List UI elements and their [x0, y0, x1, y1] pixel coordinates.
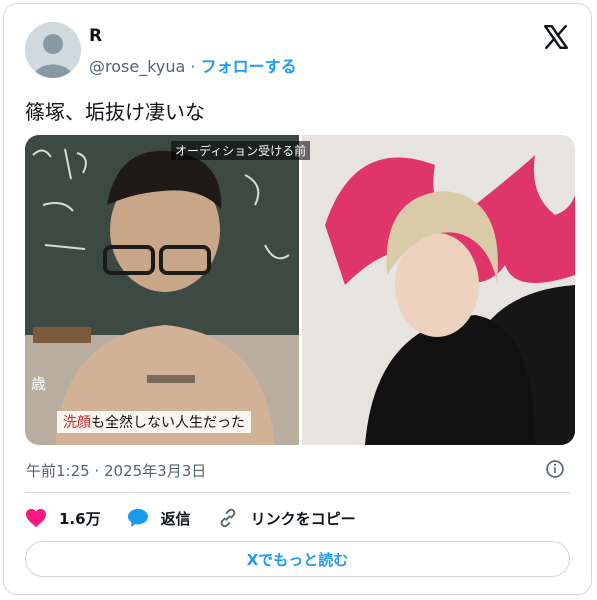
- copy-link-button[interactable]: リンクをコピー: [217, 507, 356, 529]
- action-bar: 1.6万 返信 リンクをコピー: [25, 506, 382, 530]
- subtitle-highlight: 洗顔: [63, 415, 91, 431]
- author-name[interactable]: R: [89, 26, 102, 46]
- info-icon[interactable]: [545, 459, 565, 479]
- tweet-media[interactable]: オーディション受ける前 歳 洗顔も全然しない人生だった: [25, 135, 575, 445]
- like-button[interactable]: 1.6万: [25, 508, 101, 529]
- media-image: [25, 135, 575, 445]
- avatar[interactable]: [25, 22, 81, 78]
- x-logo-icon[interactable]: [543, 24, 569, 50]
- link-icon: [220, 508, 235, 528]
- tweet-card: R @rose_kyua · フォローする 篠塚、垢抜け凄いな オーディション受…: [3, 3, 592, 595]
- copy-link-label: リンクをコピー: [250, 509, 356, 528]
- divider: [25, 492, 570, 493]
- follow-button[interactable]: フォローする: [201, 57, 297, 76]
- author-handle[interactable]: @rose_kyua: [89, 57, 185, 76]
- tweet-text: 篠塚、垢抜け凄いな: [25, 100, 205, 124]
- default-avatar-icon: [25, 22, 81, 78]
- media-caption-age: 歳: [31, 375, 47, 393]
- separator-dot: ·: [190, 57, 196, 76]
- reply-label: 返信: [160, 509, 191, 528]
- heart-icon: [26, 508, 46, 528]
- author-handle-row: @rose_kyua · フォローする: [89, 53, 297, 77]
- media-subtitle: 洗顔も全然しない人生だった: [57, 411, 251, 433]
- like-count: 1.6万: [59, 509, 101, 528]
- read-more-button[interactable]: Xでもっと読む: [25, 541, 570, 577]
- tweet-timestamp[interactable]: 午前1:25 · 2025年3月3日: [26, 460, 206, 481]
- reply-button[interactable]: 返信: [127, 508, 191, 529]
- reply-bubble-icon: [127, 508, 148, 528]
- media-caption-audition: オーディション受ける前: [171, 141, 311, 160]
- subtitle-text: も全然しない人生だった: [91, 415, 245, 431]
